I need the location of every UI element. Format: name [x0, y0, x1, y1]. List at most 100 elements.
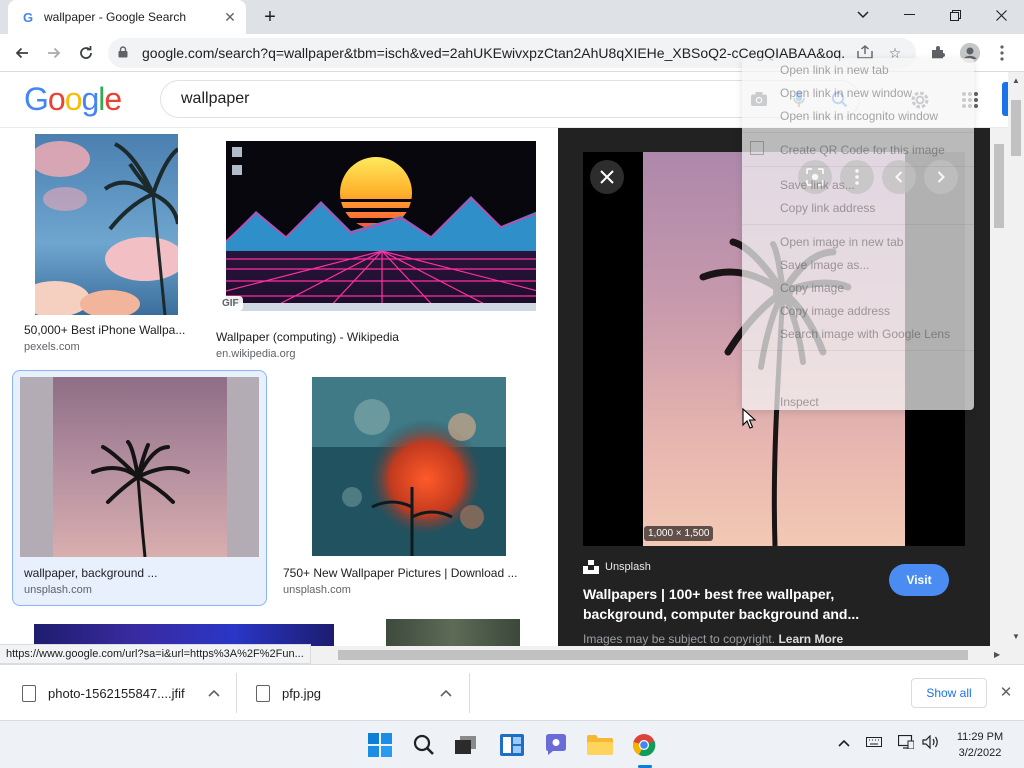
result-source: unsplash.com: [24, 584, 92, 596]
start-windows-icon[interactable]: [366, 731, 394, 759]
task-view-icon[interactable]: [452, 731, 480, 759]
browser-tab[interactable]: G wallpaper - Google Search ✕: [8, 0, 246, 34]
result-title[interactable]: Wallpaper (computing) - Wikipedia: [216, 330, 532, 344]
image-result-card[interactable]: [386, 619, 520, 646]
tab-strip: G wallpaper - Google Search ✕ +: [0, 0, 1024, 34]
download-divider: [469, 673, 470, 713]
lock-icon[interactable]: [118, 45, 132, 61]
context-menu-item[interactable]: Save image as...: [780, 258, 869, 272]
result-title[interactable]: wallpaper, background ...: [24, 566, 260, 580]
context-menu-item[interactable]: Open image in new tab: [780, 235, 903, 249]
result-source: unsplash.com: [283, 584, 351, 596]
context-menu: Open link in new tab Open link in new wi…: [742, 58, 974, 410]
context-menu-item[interactable]: Open link in new tab: [780, 63, 889, 77]
close-preview-button[interactable]: [590, 160, 624, 194]
page-vertical-scrollbar[interactable]: ▲ ▼: [1008, 72, 1024, 664]
tab-close-icon[interactable]: ✕: [222, 9, 238, 25]
close-window-button[interactable]: [978, 0, 1024, 30]
search-query[interactable]: wallpaper: [181, 90, 739, 108]
visit-button[interactable]: Visit: [889, 564, 949, 596]
result-source: pexels.com: [24, 341, 80, 353]
url-text: google.com/search?q=wallpaper&tbm=isch&v…: [142, 45, 846, 61]
preview-scrollbar[interactable]: [990, 128, 1008, 646]
reload-icon: [80, 46, 92, 59]
result-thumbnail[interactable]: [35, 134, 178, 315]
scroll-down-arrow-icon[interactable]: ▼: [1012, 632, 1020, 641]
image-result-card[interactable]: GIF Wallpaper (computing) - Wikipedia en…: [212, 134, 536, 360]
learn-more-link[interactable]: Learn More: [778, 632, 843, 646]
preview-source[interactable]: Unsplash: [583, 560, 651, 574]
widgets-icon[interactable]: [498, 731, 526, 759]
clock-time: 11:29 PM: [956, 731, 1004, 743]
result-thumbnail[interactable]: [20, 377, 259, 557]
file-icon: [22, 684, 36, 702]
taskbar-search-icon[interactable]: [410, 731, 438, 759]
scroll-up-arrow-icon[interactable]: ▲: [1012, 76, 1020, 85]
volume-speaker-icon[interactable]: [922, 734, 940, 752]
logo-letter: e: [104, 81, 122, 117]
chrome-browser-icon[interactable]: [630, 731, 658, 759]
qr-code-icon: [750, 141, 764, 155]
chevron-up-icon[interactable]: [440, 686, 452, 700]
source-name: Unsplash: [605, 561, 651, 573]
system-clock[interactable]: 11:29 PM 3/2/2022: [950, 729, 1010, 761]
image-result-card[interactable]: 50,000+ Best iPhone Wallpa... pexels.com: [20, 134, 190, 360]
new-tab-button[interactable]: +: [258, 6, 282, 28]
result-title[interactable]: 50,000+ Best iPhone Wallpa...: [24, 323, 190, 337]
scroll-right-arrow-icon[interactable]: ▶: [994, 650, 1000, 659]
forward-button[interactable]: [40, 39, 68, 67]
download-item[interactable]: pfp.jpg: [256, 665, 456, 721]
browser-menu-kebab-icon[interactable]: [992, 43, 1012, 63]
reload-button[interactable]: [72, 39, 100, 67]
unsplash-logo-icon: [583, 560, 599, 574]
context-menu-item[interactable]: Copy image: [780, 281, 844, 295]
windows-taskbar: 11:29 PM 3/2/2022: [0, 720, 1024, 768]
image-result-card[interactable]: [34, 624, 334, 646]
context-menu-item[interactable]: Create QR Code for this image: [780, 143, 945, 157]
keyboard-icon[interactable]: [866, 735, 882, 750]
context-menu-item[interactable]: Inspect: [780, 395, 819, 409]
teams-chat-icon[interactable]: [542, 731, 570, 759]
page-scrollbar-thumb[interactable]: [1011, 100, 1021, 156]
download-divider: [236, 673, 237, 713]
close-icon: [600, 170, 614, 184]
show-all-downloads-button[interactable]: Show all: [911, 678, 987, 708]
context-menu-item[interactable]: Open link in incognito window: [780, 109, 938, 123]
chevron-up-icon[interactable]: [208, 686, 220, 700]
result-thumbnail[interactable]: [386, 619, 520, 646]
context-menu-item[interactable]: Search image with Google Lens: [780, 327, 950, 341]
logo-letter: g: [81, 81, 99, 117]
restore-button[interactable]: [932, 0, 978, 30]
clock-date: 3/2/2022: [958, 747, 1002, 759]
menu-separator: [742, 132, 974, 133]
result-source: en.wikipedia.org: [216, 348, 296, 360]
download-item[interactable]: photo-1562155847....jfif: [22, 665, 232, 721]
tab-search-chevron-icon[interactable]: [840, 0, 886, 30]
image-dimensions: 1,000 × 1,500: [644, 526, 714, 541]
google-logo[interactable]: Google: [24, 81, 122, 118]
minimize-button[interactable]: [886, 0, 932, 30]
file-explorer-icon[interactable]: [586, 731, 614, 759]
result-thumbnail[interactable]: [312, 377, 506, 556]
image-result-card-selected[interactable]: wallpaper, background ... unsplash.com: [12, 370, 267, 606]
show-hidden-icons-chevron-icon[interactable]: [838, 735, 850, 750]
network-display-icon[interactable]: [897, 734, 915, 752]
result-thumbnail[interactable]: GIF: [212, 134, 536, 315]
preview-title[interactable]: Wallpapers | 100+ best free wallpaper, b…: [583, 584, 873, 624]
back-button[interactable]: [8, 39, 36, 67]
close-downloads-bar-icon[interactable]: ✕: [996, 682, 1016, 702]
context-menu-item[interactable]: Copy link address: [780, 201, 875, 215]
logo-letter: G: [24, 81, 49, 117]
back-arrow-icon: [15, 47, 28, 59]
context-menu-item[interactable]: Save link as...: [780, 178, 855, 192]
tab-title: wallpaper - Google Search: [44, 10, 187, 24]
result-title[interactable]: 750+ New Wallpaper Pictures | Download .…: [283, 566, 533, 580]
context-menu-item[interactable]: Open link in new window: [780, 86, 912, 100]
context-menu-item[interactable]: Copy image address: [780, 304, 890, 318]
menu-separator: [742, 350, 974, 351]
preview-scrollbar-thumb[interactable]: [994, 144, 1004, 228]
gif-badge: GIF: [218, 296, 243, 311]
result-thumbnail[interactable]: [34, 624, 334, 646]
image-result-card[interactable]: 750+ New Wallpaper Pictures | Download .…: [279, 370, 537, 606]
horizontal-scrollbar-thumb[interactable]: [338, 650, 968, 660]
